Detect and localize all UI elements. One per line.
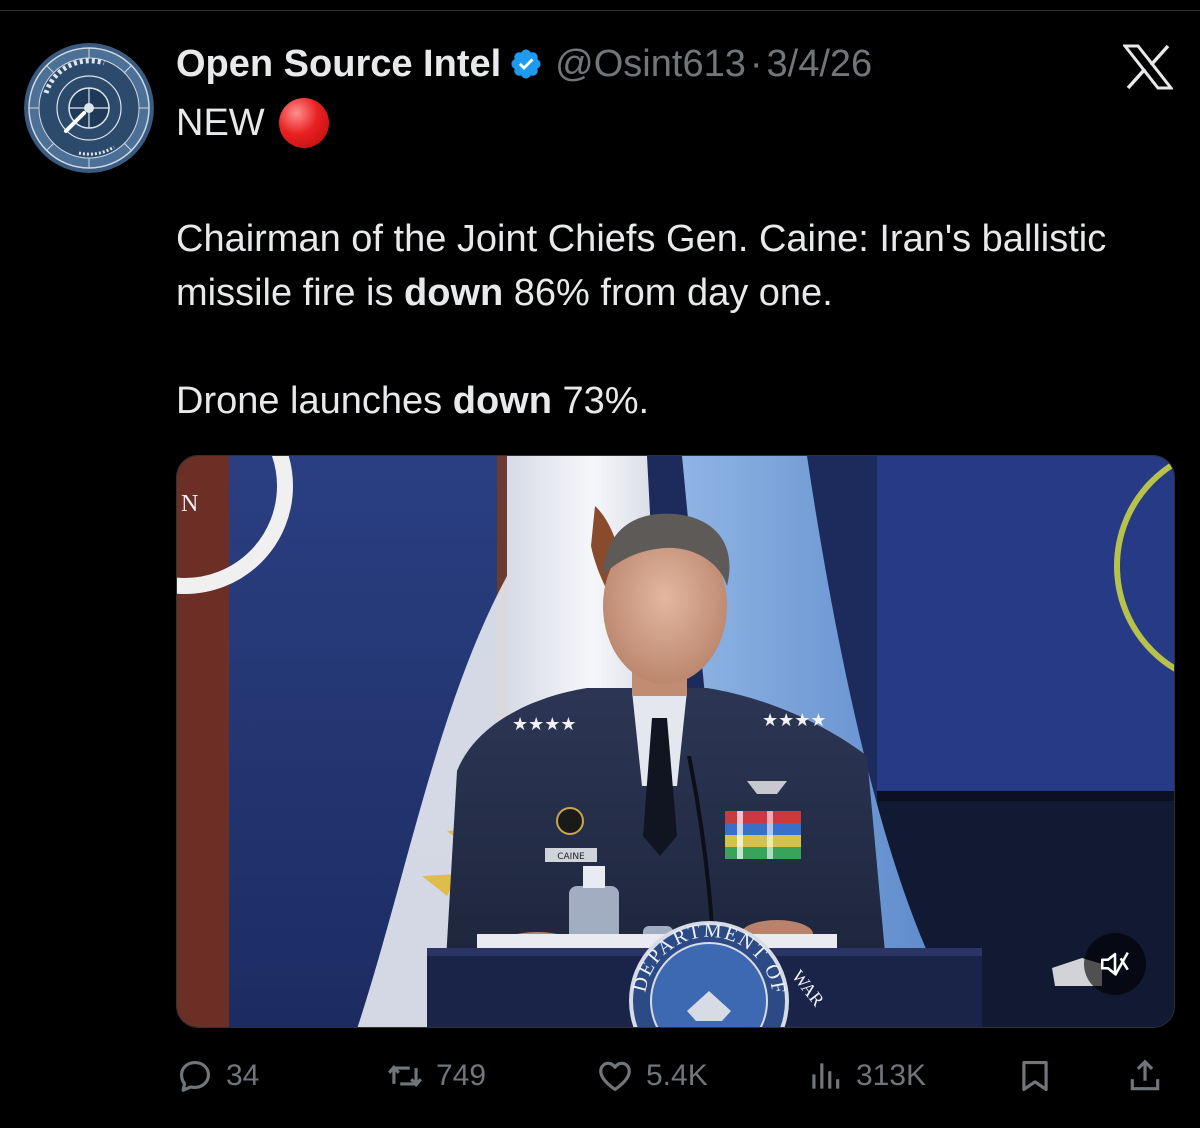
new-label: NEW [176,101,265,144]
tweet-first-line: NEW [176,98,329,148]
bookmark-icon [1016,1057,1054,1095]
tweet-actions: 34 749 5.4K 313K [176,1050,1175,1102]
share-button[interactable] [1126,1050,1164,1102]
verified-badge-icon[interactable] [509,47,543,81]
repost-button[interactable]: 749 [386,1050,486,1102]
views-icon [806,1057,844,1095]
views-count: 313K [856,1059,927,1092]
tweet-paragraph-2: Drone launches down 73%. [176,380,650,422]
author-handle[interactable]: @Osint613 [555,43,746,86]
svg-text:★★★★: ★★★★ [762,710,827,731]
like-button[interactable]: 5.4K [596,1050,708,1102]
tweet-paragraph-1: Chairman of the Joint Chiefs Gen. Caine:… [176,218,1107,314]
date-separator: · [749,42,763,85]
views-button[interactable]: 313K [806,1050,926,1102]
reply-button[interactable]: 34 [176,1050,259,1102]
mute-button[interactable] [1084,933,1146,995]
reply-icon [176,1057,214,1095]
red-circle-emoji [278,98,329,148]
tweet-video[interactable]: N ★★★★ ★★★★ CAINE DEPARTMENT OF WAR [176,455,1175,1028]
mute-icon [1098,947,1132,981]
svg-text:N: N [181,491,198,517]
video-frame: N ★★★★ ★★★★ CAINE DEPARTMENT OF WAR [177,456,1174,1027]
tweet-date[interactable]: 3/4/26 [767,43,873,86]
svg-text:★★★★: ★★★★ [512,714,577,735]
reply-count: 34 [226,1059,260,1092]
author-avatar[interactable] [24,43,154,173]
like-icon [596,1057,634,1095]
bookmark-button[interactable] [1016,1050,1054,1102]
x-logo-icon [1123,44,1173,90]
tweet-header: Open Source Intel @Osint613 · 3/4/26 [176,40,872,88]
share-icon [1126,1057,1164,1095]
tweet-text: Chairman of the Joint Chiefs Gen. Caine:… [176,212,1166,428]
repost-icon [386,1057,424,1095]
repost-count: 749 [436,1059,487,1092]
nameplate-text: CAINE [557,852,585,862]
tweet-card[interactable]: Open Source Intel @Osint613 · 3/4/26 NEW… [0,0,1200,1128]
author-display-name[interactable]: Open Source Intel [176,43,501,86]
like-count: 5.4K [646,1059,708,1092]
